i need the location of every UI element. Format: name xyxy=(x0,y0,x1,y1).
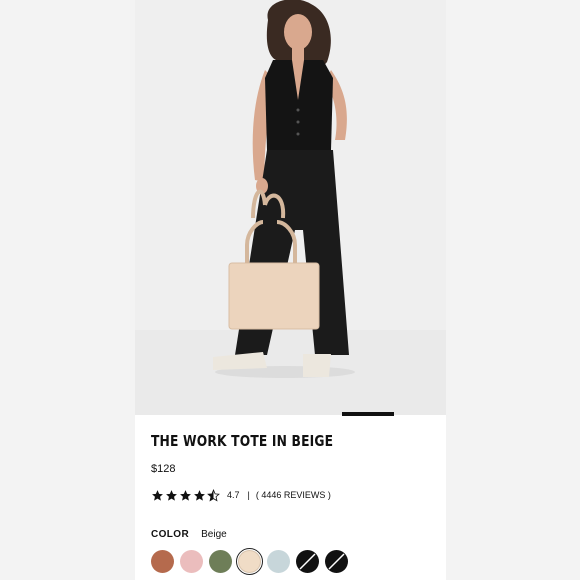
left-margin xyxy=(0,0,135,580)
color-swatch-1[interactable] xyxy=(151,550,174,573)
color-swatch-4[interactable] xyxy=(235,547,264,576)
product-title: THE WORK TOTE IN BEIGE xyxy=(151,432,334,450)
color-label: COLOR xyxy=(151,529,190,540)
sold-out-slash-icon xyxy=(328,553,345,570)
rating-summary[interactable]: 4.7 | ( 4446 REVIEWS ) xyxy=(151,488,331,502)
sold-out-slash-icon xyxy=(299,553,316,570)
product-price: $128 xyxy=(151,463,176,475)
color-swatch-7[interactable] xyxy=(325,550,348,573)
color-swatch-2[interactable] xyxy=(180,550,203,573)
color-swatch-3[interactable] xyxy=(209,550,232,573)
star-filled-icon xyxy=(166,489,177,501)
color-swatches xyxy=(151,547,354,576)
color-swatch-6[interactable] xyxy=(296,550,319,573)
product-card: THE WORK TOTE IN BEIGE $128 4.7 | ( 4446… xyxy=(135,0,446,580)
star-half-icon xyxy=(207,488,220,501)
right-margin xyxy=(446,0,580,580)
rating-separator: | xyxy=(247,490,250,500)
product-hero-image[interactable] xyxy=(135,0,446,415)
selected-color-name: Beige xyxy=(201,529,227,540)
star-filled-icon xyxy=(152,489,163,501)
color-swatch-5[interactable] xyxy=(267,550,290,573)
carousel-indicator[interactable] xyxy=(342,412,394,416)
model-illustration xyxy=(135,0,446,415)
color-selector-label: COLOR Beige xyxy=(151,529,227,540)
star-filled-icon xyxy=(180,489,191,501)
star-filled-icon xyxy=(194,489,205,501)
reviews-link[interactable]: ( 4446 REVIEWS ) xyxy=(256,490,331,500)
star-rating xyxy=(151,488,221,502)
rating-value: 4.7 xyxy=(227,490,240,500)
